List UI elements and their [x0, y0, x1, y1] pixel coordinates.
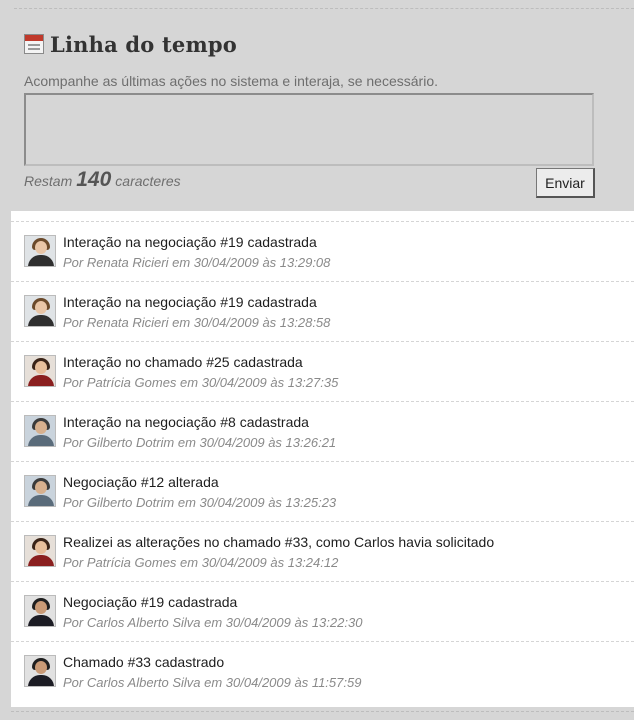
calendar-icon — [24, 34, 44, 54]
avatar[interactable] — [24, 475, 56, 507]
avatar[interactable] — [24, 535, 56, 567]
timeline-item-meta: Por Carlos Alberto Silva em 30/04/2009 à… — [63, 615, 363, 630]
send-button[interactable]: Enviar — [536, 168, 595, 198]
timeline-item-title[interactable]: Negociação #19 cadastrada — [63, 594, 237, 610]
timeline-item-title[interactable]: Interação na negociação #8 cadastrada — [63, 414, 309, 430]
timeline-item: Negociação #12 alterada Por Gilberto Dot… — [11, 461, 634, 521]
timeline-item-meta: Por Renata Ricieri em 30/04/2009 às 13:2… — [63, 255, 331, 270]
message-input[interactable] — [24, 93, 594, 166]
top-divider — [14, 8, 634, 9]
timeline-list: Interação na negociação #19 cadastrada P… — [11, 221, 634, 701]
avatar[interactable] — [24, 355, 56, 387]
avatar[interactable] — [24, 235, 56, 267]
timeline-item: Interação na negociação #19 cadastrada P… — [11, 281, 634, 341]
timeline-item-meta: Por Carlos Alberto Silva em 30/04/2009 à… — [63, 675, 362, 690]
counter-prefix: Restam — [24, 173, 73, 189]
counter-value: 140 — [76, 168, 112, 191]
timeline-panel: Interação na negociação #19 cadastrada P… — [11, 211, 634, 707]
timeline-item: Negociação #19 cadastrada Por Carlos Alb… — [11, 581, 634, 641]
avatar[interactable] — [24, 415, 56, 447]
avatar[interactable] — [24, 655, 56, 687]
timeline-item: Interação na negociação #8 cadastrada Po… — [11, 401, 634, 461]
timeline-item: Realizei as alterações no chamado #33, c… — [11, 521, 634, 581]
timeline-header: Linha do tempo — [24, 30, 237, 58]
counter-suffix: caracteres — [115, 173, 181, 189]
character-counter: Restam 140 caracteres — [24, 168, 181, 192]
avatar[interactable] — [24, 595, 56, 627]
timeline-item-meta: Por Gilberto Dotrim em 30/04/2009 às 13:… — [63, 495, 337, 510]
bottom-divider — [11, 711, 634, 712]
composer-instructions: Acompanhe as últimas ações no sistema e … — [24, 73, 438, 89]
timeline-item-title[interactable]: Realizei as alterações no chamado #33, c… — [63, 534, 494, 550]
timeline-item-meta: Por Patrícia Gomes em 30/04/2009 às 13:2… — [63, 375, 339, 390]
timeline-item-title[interactable]: Chamado #33 cadastrado — [63, 654, 224, 670]
timeline-item-title[interactable]: Interação no chamado #25 cadastrada — [63, 354, 303, 370]
page-title: Linha do tempo — [50, 31, 237, 57]
timeline-item-meta: Por Gilberto Dotrim em 30/04/2009 às 13:… — [63, 435, 337, 450]
timeline-item: Interação na negociação #19 cadastrada P… — [11, 221, 634, 281]
timeline-item-meta: Por Patrícia Gomes em 30/04/2009 às 13:2… — [63, 555, 339, 570]
timeline-item: Chamado #33 cadastrado Por Carlos Albert… — [11, 641, 634, 701]
timeline-item-title[interactable]: Interação na negociação #19 cadastrada — [63, 234, 317, 250]
timeline-item: Interação no chamado #25 cadastrada Por … — [11, 341, 634, 401]
avatar[interactable] — [24, 295, 56, 327]
timeline-item-meta: Por Renata Ricieri em 30/04/2009 às 13:2… — [63, 315, 331, 330]
timeline-item-title[interactable]: Negociação #12 alterada — [63, 474, 219, 490]
timeline-item-title[interactable]: Interação na negociação #19 cadastrada — [63, 294, 317, 310]
